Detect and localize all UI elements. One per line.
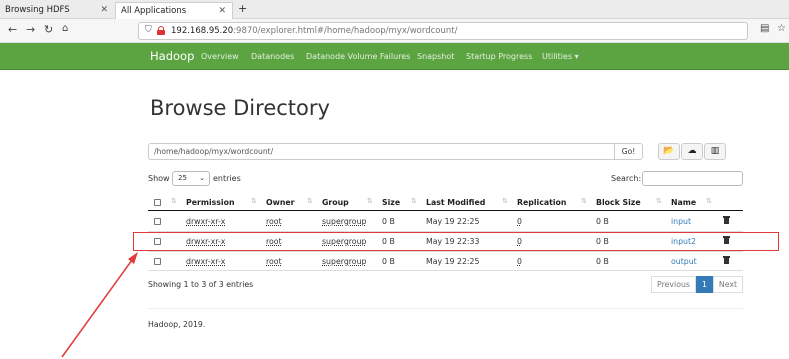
red-arrow-annotation bbox=[61, 252, 138, 358]
